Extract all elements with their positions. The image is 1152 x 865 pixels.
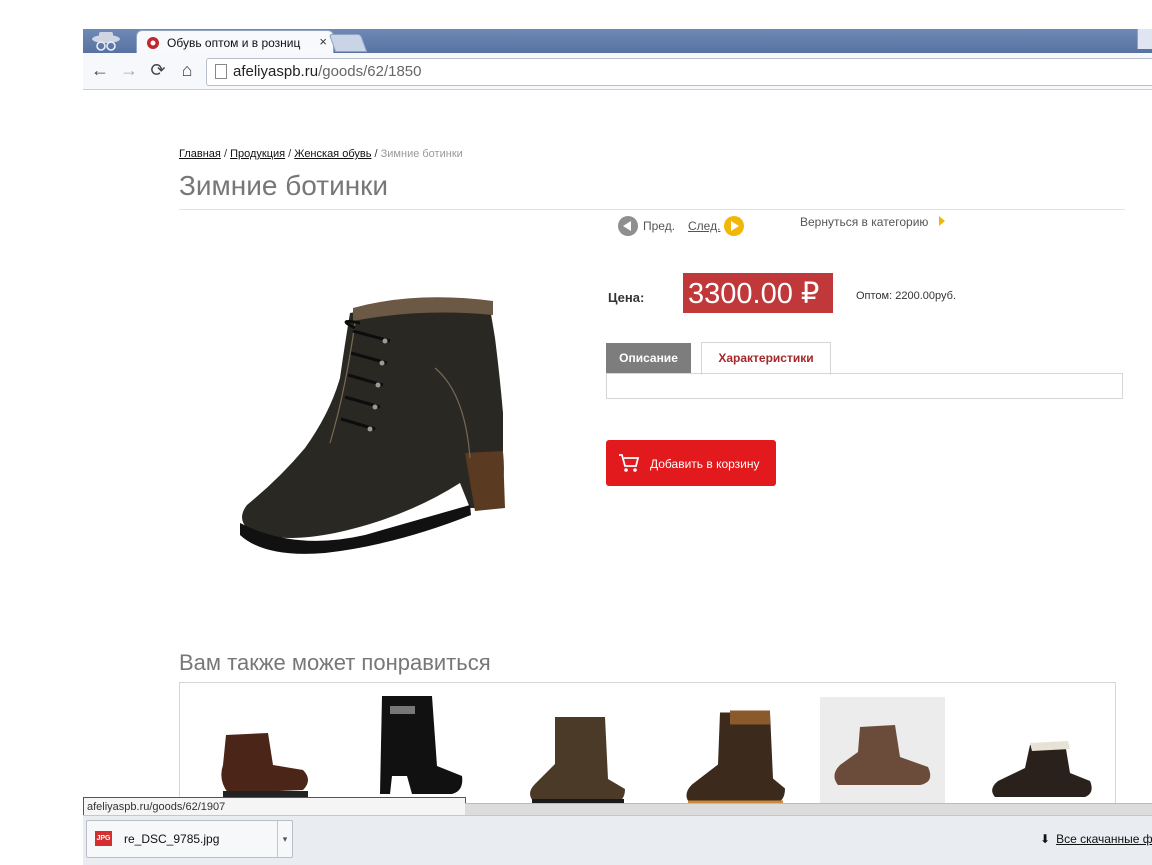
next-arrow-icon[interactable] [724,216,744,236]
back-to-category-link[interactable]: Вернуться в категорию [800,215,928,229]
breadcrumb-home[interactable]: Главная [179,148,221,160]
minimize-button[interactable] [1137,29,1152,49]
related-item-5[interactable] [820,691,945,811]
arrow-right-icon [939,216,945,226]
price-label: Цена: [608,290,645,305]
download-file-name: re_DSC_9785.jpg [124,832,220,846]
next-link[interactable]: След. [688,219,720,233]
cart-icon [619,454,640,472]
breadcrumb: Главная / Продукция / Женская обувь / Зи… [179,148,463,160]
close-icon[interactable]: × [319,34,327,49]
incognito-icon [92,32,120,51]
download-arrow-icon: ⬇ [1040,832,1051,846]
chevron-down-icon[interactable]: ▾ [277,821,292,857]
related-title: Вам также может понравиться [179,650,491,675]
page-icon [215,64,227,79]
tab-panel [606,373,1123,399]
all-downloads-link[interactable]: ⬇ Все скачанные ф [1040,832,1152,846]
related-item-3[interactable] [510,699,635,819]
product-image [240,297,505,554]
url-text: afeliyaspb.ru/goods/62/1850 [233,63,422,80]
breadcrumb-products[interactable]: Продукция [230,148,285,160]
breadcrumb-current: Зимние ботинки [380,148,463,160]
tab-description[interactable]: Описание [606,343,691,374]
wholesale-price: Оптом: 2200.00руб. [856,290,956,302]
jpg-file-icon: JPG [95,831,112,846]
add-to-cart-button[interactable]: Добавить в корзину [606,440,776,486]
breadcrumb-women[interactable]: Женская обувь [294,148,371,160]
back-arrow-icon[interactable]: ← [89,59,111,81]
home-icon[interactable]: ⌂ [176,59,198,81]
flower-icon [147,37,159,49]
related-item-2[interactable] [352,685,477,805]
prev-link[interactable]: Пред. [643,219,675,233]
related-item-4[interactable] [670,699,795,819]
tab-characteristics[interactable]: Характеристики [701,342,831,375]
new-tab-button[interactable] [328,34,368,52]
tab-active[interactable]: Обувь оптом и в розниц × [136,30,334,55]
address-bar[interactable]: afeliyaspb.ru/goods/62/1850 [206,58,1152,86]
download-item[interactable]: JPG re_DSC_9785.jpg ▾ [86,820,293,858]
tab-title: Обувь оптом и в розниц [167,36,301,50]
page-title: Зимние ботинки [179,170,389,201]
price-badge: 3300.00 ₽ [683,273,833,313]
reload-icon[interactable]: ⟳ [147,59,169,81]
prev-arrow-icon[interactable] [618,216,638,236]
add-to-cart-label: Добавить в корзину [650,457,760,471]
forward-arrow-icon[interactable]: → [118,59,140,81]
divider [179,209,1125,210]
price-value: 3300.00 ₽ [688,278,820,310]
